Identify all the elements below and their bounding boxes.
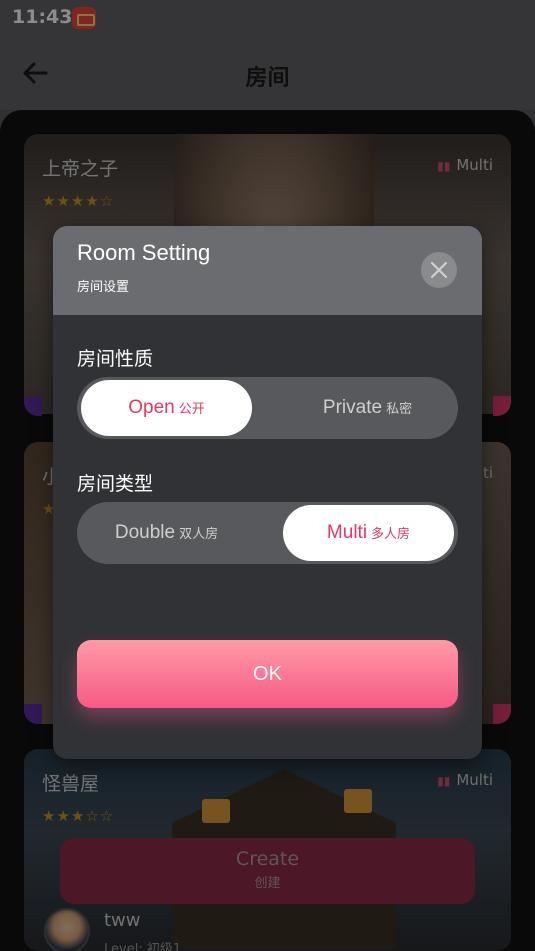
room-nature-label: 房间性质	[77, 348, 154, 370]
multi-option[interactable]: Multi 多人房	[283, 505, 454, 561]
open-option[interactable]: Open 公开	[81, 380, 252, 436]
room-type-label: 房间类型	[77, 473, 154, 495]
private-option[interactable]: Private 私密	[282, 380, 453, 436]
ok-button[interactable]: OK	[77, 640, 458, 708]
private-option-label: Private	[322, 397, 383, 418]
room-type-toggle: Double 双人房 Multi 多人房	[77, 502, 458, 564]
double-option[interactable]: Double 双人房	[81, 505, 252, 561]
dialog-subtitle: 房间设置	[77, 280, 130, 295]
private-option-sublabel: 私密	[386, 401, 413, 416]
room-nature-toggle: Open 公开 Private 私密	[77, 377, 458, 439]
room-setting-dialog: Room Setting 房间设置 房间性质 Open 公开 Private 私密 …	[53, 226, 482, 759]
multi-option-label: Multi	[326, 522, 368, 543]
open-option-sublabel: 公开	[178, 401, 205, 416]
double-option-sublabel: 双人房	[179, 526, 219, 541]
double-option-label: Double	[114, 522, 176, 543]
open-option-label: Open	[128, 397, 175, 418]
close-button[interactable]	[421, 252, 457, 288]
dialog-title: Room Setting	[77, 240, 211, 265]
multi-option-sublabel: 多人房	[371, 526, 411, 541]
close-icon	[430, 261, 448, 279]
dialog-header: Room Setting 房间设置	[53, 226, 482, 315]
